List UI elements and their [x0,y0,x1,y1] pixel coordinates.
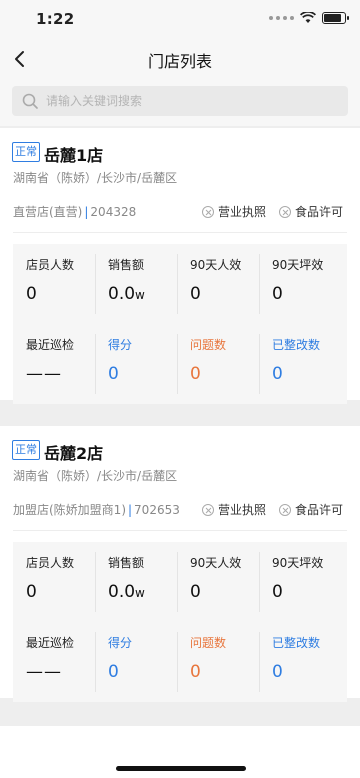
stat-value: 0.0w [108,582,145,602]
stat-label: 最近巡检 [26,338,75,352]
stat-90d-per-area: 90天坪效 0 [259,542,341,622]
stat-sales: 销售额 0.0w [95,542,177,622]
stat-issues[interactable]: 问题数 0 [177,622,259,702]
stat-score[interactable]: 得分 0 [95,324,177,404]
license-label: 食品许可 [295,205,344,219]
stat-label: 销售额 [108,258,145,272]
stat-label: 最近巡检 [26,636,75,650]
stat-issues[interactable]: 问题数 0 [177,324,259,404]
search-box[interactable] [12,86,348,116]
stat-value: 0 [272,364,283,384]
stat-value: —— [26,364,62,384]
stat-90d-per-person: 90天人效 0 [177,244,259,324]
stat-value: 0 [272,284,283,304]
license-food: 食品许可 [279,203,343,220]
stat-value: 0 [26,582,37,602]
stat-rectified[interactable]: 已整改数 0 [259,324,341,404]
store-code: 204328 [90,205,137,219]
stat-value: 0 [272,582,283,602]
divider [13,530,347,531]
stat-label: 得分 [108,338,133,352]
separator: | [128,503,133,517]
close-circle-icon [202,503,214,516]
store-stats: 店员人数 0 销售额 0.0w 90天人效 0 90天坪效 0 最近巡检 —— … [13,244,347,404]
close-circle-icon [202,205,214,218]
license-business: 营业执照 [202,203,266,220]
stat-value: 0 [190,582,201,602]
stat-value: 0 [108,364,119,384]
stat-label: 90天人效 [190,258,242,272]
license-business: 营业执照 [202,501,266,518]
stat-staff-count: 店员人数 0 [13,542,95,622]
store-name: 岳麓1店 [44,146,104,165]
stat-value: 0 [108,662,119,682]
status-badge: 正常 [12,440,40,460]
store-type: 加盟店(陈娇加盟商1) [13,503,126,517]
stat-label: 店员人数 [26,556,75,570]
stat-sales: 销售额 0.0w [95,244,177,324]
status-icons [269,12,349,24]
stat-value: —— [26,662,62,682]
store-code: 702653 [134,503,180,517]
stat-label: 得分 [108,636,133,650]
stat-number: 0.0 [108,284,136,304]
separator: | [84,205,89,219]
stat-unit: w [135,586,145,600]
stat-label: 90天人效 [190,556,242,570]
store-address: 湖南省（陈娇）/长沙市/岳麓区 [13,469,178,483]
stat-label: 90天坪效 [272,556,324,570]
store-type-code: 直营店(直营) | 204328 [13,203,136,220]
status-badge: 正常 [12,142,40,162]
search-bar [0,80,360,126]
store-card[interactable]: 正常 岳麓2店 湖南省（陈娇）/长沙市/岳麓区 加盟店(陈娇加盟商1) | 7026… [0,426,360,702]
license-label: 营业执照 [218,205,267,219]
stat-value: 0 [190,662,201,682]
stat-value: 0.0w [108,284,145,304]
search-icon [22,93,38,109]
divider [13,232,347,233]
stat-last-inspection: 最近巡检 —— [13,324,95,404]
stat-rectified[interactable]: 已整改数 0 [259,622,341,702]
store-name: 岳麓2店 [44,444,104,463]
battery-icon [322,12,349,24]
store-stats: 店员人数 0 销售额 0.0w 90天人效 0 90天坪效 0 最近巡检 —— … [13,542,347,702]
stat-label: 90天坪效 [272,258,324,272]
page-title: 门店列表 [147,52,212,71]
home-indicator [116,766,246,771]
stat-number: 0.0 [108,582,136,602]
status-bar: 1:22 [0,0,360,38]
stat-label: 销售额 [108,556,145,570]
store-type-code: 加盟店(陈娇加盟商1) | 702653 [13,501,180,518]
stat-last-inspection: 最近巡检 —— [13,622,95,702]
stat-90d-per-person: 90天人效 0 [177,542,259,622]
stat-value: 0 [272,662,283,682]
stat-value: 0 [190,284,201,304]
stat-score[interactable]: 得分 0 [95,622,177,702]
stat-unit: w [135,288,145,302]
stat-90d-per-area: 90天坪效 0 [259,244,341,324]
close-circle-icon [279,205,291,218]
search-input[interactable] [46,94,306,108]
store-type: 直营店(直营) [13,205,83,219]
license-food: 食品许可 [279,501,343,518]
license-label: 营业执照 [218,503,267,517]
stat-label: 店员人数 [26,258,75,272]
stat-value: 0 [190,364,201,384]
stat-label: 问题数 [190,338,227,352]
store-address: 湖南省（陈娇）/长沙市/岳麓区 [13,171,178,185]
wifi-icon [300,12,316,23]
status-time: 1:22 [36,10,75,28]
stat-value: 0 [26,284,37,304]
nav-bar: 门店列表 [0,38,360,80]
stat-label: 问题数 [190,636,227,650]
close-circle-icon [279,503,291,516]
stat-staff-count: 店员人数 0 [13,244,95,324]
signal-icon [269,16,294,20]
license-label: 食品许可 [295,503,344,517]
store-card[interactable]: 正常 岳麓1店 湖南省（陈娇）/长沙市/岳麓区 直营店(直营) | 204328 营… [0,128,360,404]
stat-label: 已整改数 [272,338,321,352]
stat-label: 已整改数 [272,636,321,650]
